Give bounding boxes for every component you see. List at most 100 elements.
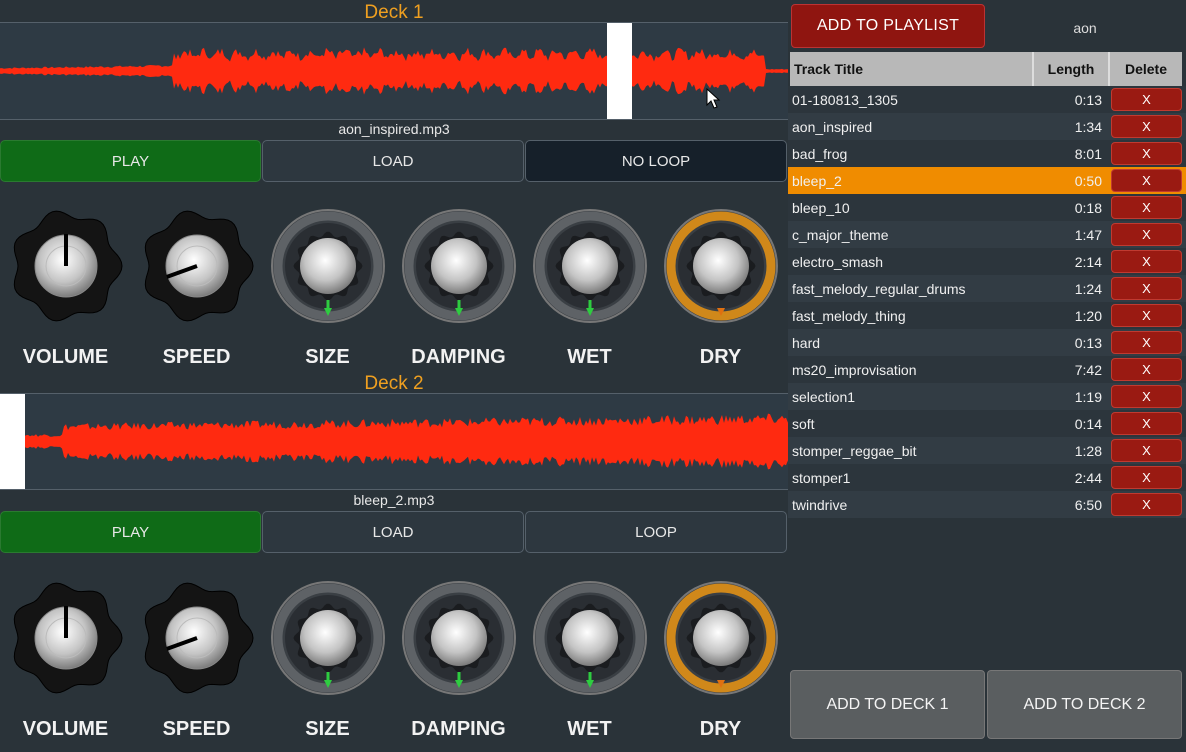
deck-title: Deck 2 [364,373,424,394]
knob-label: DAMPING [411,346,506,368]
volume-knob[interactable]: VOLUME [0,200,131,380]
track-length: 0:50 [1074,172,1102,189]
track-title: 01-180813_1305 [792,91,898,108]
track-title: stomper_reggae_bit [792,442,917,459]
deck-1: Deck 1 aon_inspired.mp3 PLAY LOAD NO LOO… [0,0,788,372]
track-row[interactable]: bleep_10 0:18 X [788,194,1186,221]
delete-track-button[interactable]: X [1111,250,1182,273]
knob-panel: VOLUME SPEED SIZE DAMPING WET DRY [0,572,788,752]
track-row[interactable]: bad_frog 8:01 X [788,140,1186,167]
track-row[interactable]: twindrive 6:50 X [788,491,1186,518]
delete-track-button[interactable]: X [1111,439,1182,462]
track-title: aon_inspired [792,118,873,135]
knob-dial [402,209,516,323]
waveform-shape [0,47,788,95]
track-row[interactable]: 01-180813_1305 0:13 X [788,86,1186,113]
waveform-shape [0,413,788,470]
delete-track-button[interactable]: X [1111,115,1182,138]
track-row[interactable]: soft 0:14 X [788,410,1186,437]
volume-knob[interactable]: VOLUME [0,572,131,752]
track-row[interactable]: c_major_theme 1:47 X [788,221,1186,248]
column-header-delete[interactable]: Delete [1110,52,1182,86]
deck-assign-buttons: ADD TO DECK 1 ADD TO DECK 2 [788,670,1186,739]
track-row[interactable]: fast_melody_thing 1:20 X [788,302,1186,329]
speed-knob[interactable]: SPEED [131,200,262,380]
track-row[interactable]: aon_inspired 1:34 X [788,113,1186,140]
delete-track-button[interactable]: X [1111,466,1182,489]
track-title: twindrive [792,496,848,513]
track-title: bad_frog [792,145,848,162]
track-length: 1:47 [1074,226,1102,243]
track-length: 8:01 [1074,145,1102,162]
delete-track-button[interactable]: X [1111,385,1182,408]
playhead-marker[interactable] [0,394,25,489]
track-row[interactable]: ms20_improvisation 7:42 X [788,356,1186,383]
track-title: fast_melody_regular_drums [792,280,966,297]
knob-dial [664,209,778,323]
delete-track-button[interactable]: X [1111,88,1182,111]
knob-label: DRY [699,346,742,368]
size-knob[interactable]: SIZE [262,200,393,380]
delete-track-button[interactable]: X [1111,196,1182,219]
track-title: hard [792,334,821,351]
loop-toggle-button[interactable]: NO LOOP [525,140,787,182]
track-row[interactable]: bleep_2 0:50 X [788,167,1186,194]
delete-track-button[interactable]: X [1111,142,1182,165]
track-length: 1:20 [1074,307,1102,324]
track-length: 2:44 [1074,469,1102,486]
track-row[interactable]: stomper_reggae_bit 1:28 X [788,437,1186,464]
track-length: 1:24 [1074,280,1102,297]
loop-toggle-button[interactable]: LOOP [525,511,787,553]
size-knob[interactable]: SIZE [262,572,393,752]
loaded-filename: aon_inspired.mp3 [338,121,450,137]
dry-knob[interactable]: DRY [655,200,786,380]
track-row[interactable]: fast_melody_regular_drums 1:24 X [788,275,1186,302]
knob-dial [13,582,123,694]
waveform-display[interactable] [0,22,788,120]
track-title: ms20_improvisation [792,361,917,378]
delete-track-button[interactable]: X [1111,169,1182,192]
delete-track-button[interactable]: X [1111,358,1182,381]
playhead-marker[interactable] [607,23,632,119]
loaded-filename: bleep_2.mp3 [353,492,435,508]
knob-dial [144,210,254,322]
waveform [0,394,788,489]
load-button[interactable]: LOAD [262,511,524,553]
damping-knob[interactable]: DAMPING [393,200,524,380]
dry-knob[interactable]: DRY [655,572,786,752]
track-row[interactable]: selection1 1:19 X [788,383,1186,410]
track-row[interactable]: electro_smash 2:14 X [788,248,1186,275]
knob-label: SPEED [162,718,231,740]
column-header-length[interactable]: Length [1034,52,1110,86]
track-title: electro_smash [792,253,884,270]
knob-label: SPEED [162,346,231,368]
track-title: fast_melody_thing [792,307,906,324]
search-input[interactable]: aon [988,6,1182,50]
play-button[interactable]: PLAY [0,511,261,553]
waveform-display[interactable] [0,393,788,490]
speed-knob[interactable]: SPEED [131,572,262,752]
delete-track-button[interactable]: X [1111,412,1182,435]
table-header: Track Title Length Delete [790,52,1182,86]
track-row[interactable]: stomper1 2:44 X [788,464,1186,491]
delete-track-button[interactable]: X [1111,223,1182,246]
add-to-deck-2-button[interactable]: ADD TO DECK 2 [987,670,1182,739]
add-to-deck-1-button[interactable]: ADD TO DECK 1 [790,670,985,739]
load-button[interactable]: LOAD [262,140,524,182]
knob-label: DAMPING [411,718,506,740]
column-header-title[interactable]: Track Title [790,52,1034,86]
play-button[interactable]: PLAY [0,140,261,182]
track-row[interactable]: hard 0:13 X [788,329,1186,356]
track-length: 0:18 [1074,199,1102,216]
wet-knob[interactable]: WET [524,572,655,752]
add-to-playlist-button[interactable]: ADD TO PLAYLIST [791,4,985,48]
delete-track-button[interactable]: X [1111,493,1182,516]
knob-dial [533,209,647,323]
track-length: 1:19 [1074,388,1102,405]
delete-track-button[interactable]: X [1111,331,1182,354]
delete-track-button[interactable]: X [1111,304,1182,327]
delete-track-button[interactable]: X [1111,277,1182,300]
wet-knob[interactable]: WET [524,200,655,380]
knob-dial [144,582,254,694]
damping-knob[interactable]: DAMPING [393,572,524,752]
